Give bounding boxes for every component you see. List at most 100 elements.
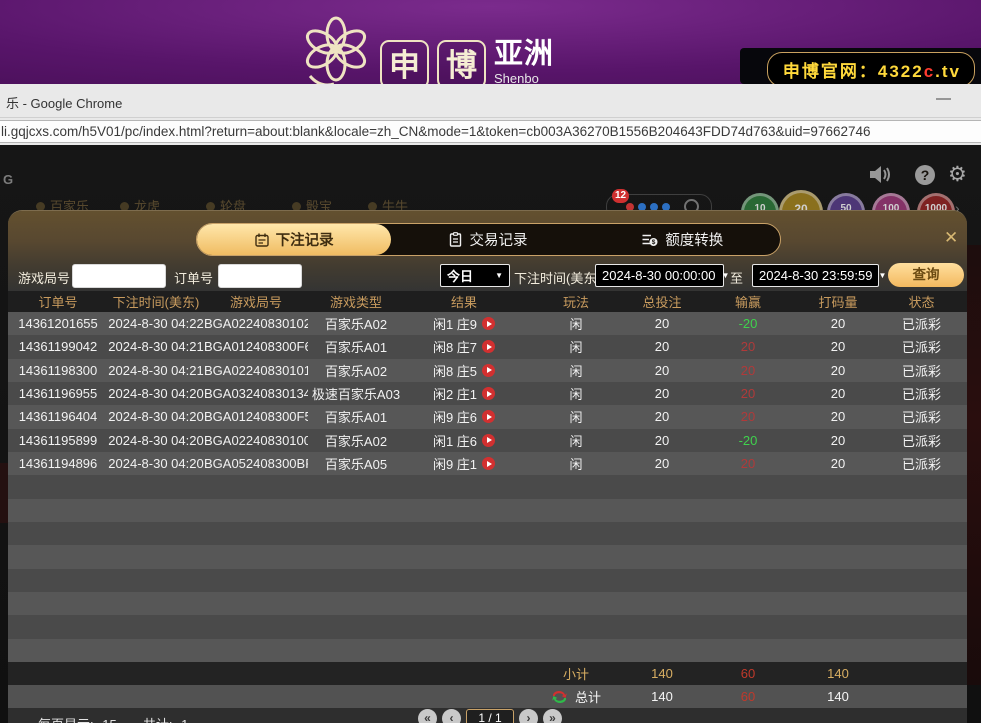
prev-page-button[interactable]: ‹ bbox=[442, 709, 461, 723]
minimize-button[interactable]: — bbox=[936, 90, 951, 107]
game-round-label: 游戏局号 bbox=[18, 268, 70, 287]
column-header: 游戏局号 bbox=[204, 292, 308, 311]
next-page-button[interactable]: › bbox=[519, 709, 538, 723]
result-cell: 闲9 庄1 bbox=[404, 454, 524, 473]
table-cell: 2024-8-30 04:22 bbox=[108, 316, 204, 331]
table-cell: 14361201655 bbox=[8, 316, 108, 331]
table-cell: 百家乐A05 bbox=[308, 454, 404, 473]
table-cell: 14361195899 bbox=[8, 433, 108, 448]
tab-label: 额度转换 bbox=[665, 229, 723, 250]
flower-logo-icon bbox=[300, 12, 372, 84]
table-cell: 2024-8-30 04:20 bbox=[108, 409, 204, 424]
tab-bet-records[interactable]: 下注记录 bbox=[197, 224, 391, 255]
table-cell: 20 bbox=[628, 433, 696, 448]
table-cell: 20 bbox=[800, 386, 876, 401]
table-cell: 闲 bbox=[524, 454, 628, 473]
table-cell: 2024-8-30 04:20 bbox=[108, 456, 204, 471]
tab-credit-transfer[interactable]: $ 额度转换 bbox=[586, 224, 780, 255]
total-bet: 140 bbox=[628, 689, 696, 704]
site-logo: 申 博 亚洲 Shenbo bbox=[300, 12, 554, 84]
table-row: 143612016552024-8-30 04:22BGA02240830102… bbox=[8, 312, 967, 335]
window-title: 乐 - Google Chrome bbox=[6, 93, 122, 112]
refresh-arrows-icon[interactable] bbox=[551, 690, 568, 704]
result-cell: 闲1 庄9 bbox=[404, 314, 524, 333]
table-cell: 14361199042 bbox=[8, 339, 108, 354]
table-cell: 20 bbox=[800, 316, 876, 331]
logo-region-cn: 亚洲 bbox=[494, 40, 554, 69]
table-row-empty bbox=[8, 475, 967, 498]
column-header: 订单号 bbox=[8, 292, 108, 311]
chevron-down-icon: ▼ bbox=[721, 271, 729, 280]
page-size-value[interactable]: 15 bbox=[102, 717, 116, 723]
url-field[interactable]: li.gqjcxs.com/h5V01/pc/index.html?return… bbox=[0, 120, 981, 143]
order-no-input[interactable] bbox=[218, 264, 302, 288]
table-cell: 已派彩 bbox=[876, 431, 967, 450]
bet-time-label: 下注时间(美东) bbox=[514, 268, 601, 287]
game-round-input[interactable] bbox=[72, 264, 166, 288]
replay-icon[interactable] bbox=[482, 387, 495, 400]
table-cell: BGA012408300F6 bbox=[204, 339, 308, 354]
table-cell: BGA02240830100 bbox=[204, 433, 308, 448]
date-from-value: 2024-8-30 00:00:00 bbox=[602, 268, 715, 283]
table-row-empty bbox=[8, 569, 967, 592]
column-header: 输赢 bbox=[696, 292, 800, 311]
official-site-link[interactable]: 申博官网：4322c.tv bbox=[767, 52, 975, 84]
background-partial-logo: G bbox=[3, 172, 13, 187]
page-size-label: 每页显示: bbox=[38, 717, 94, 723]
date-range-value: 今日 bbox=[447, 266, 473, 285]
help-icon[interactable]: ? bbox=[915, 165, 935, 185]
table-cell: 20 bbox=[628, 316, 696, 331]
modal-footer: 每页显示: 15 ▼ 共计: 1 « ‹ 1 / 1 › » bbox=[8, 708, 967, 723]
calendar-icon bbox=[255, 233, 269, 247]
tab-transaction-records[interactable]: 交易记录 bbox=[391, 224, 585, 255]
page-size-summary: 每页显示: 15 ▼ 共计: 1 bbox=[38, 714, 188, 723]
winloss-cell: 20 bbox=[696, 363, 800, 378]
site-header: 申 博 亚洲 Shenbo 申博官网：4322c.tv bbox=[0, 0, 981, 84]
table-cell: 20 bbox=[628, 456, 696, 471]
close-icon[interactable]: ✕ bbox=[944, 228, 958, 248]
date-range-select[interactable]: 今日 ▼ bbox=[440, 264, 510, 287]
replay-icon[interactable] bbox=[482, 457, 495, 470]
date-to-select[interactable]: 2024-8-30 23:59:59 ▼ bbox=[752, 264, 879, 287]
result-cell: 闲8 庄7 bbox=[404, 337, 524, 356]
table-cell: 闲 bbox=[524, 431, 628, 450]
last-page-button[interactable]: » bbox=[543, 709, 562, 723]
winloss-cell: 20 bbox=[696, 339, 800, 354]
replay-icon[interactable] bbox=[482, 317, 495, 330]
table-cell: 14361196955 bbox=[8, 386, 108, 401]
table-row-empty bbox=[8, 522, 967, 545]
settings-gear-icon[interactable]: ⚙ bbox=[948, 162, 967, 187]
table-cell: 闲 bbox=[524, 384, 628, 403]
first-page-button[interactable]: « bbox=[418, 709, 437, 723]
subtotal-winloss: 60 bbox=[696, 666, 800, 681]
table-cell: 20 bbox=[800, 456, 876, 471]
replay-icon[interactable] bbox=[482, 364, 495, 377]
table-cell: 2024-8-30 04:21 bbox=[108, 363, 204, 378]
table-cell: 20 bbox=[800, 339, 876, 354]
table-row: 143611958992024-8-30 04:20BGA02240830100… bbox=[8, 429, 967, 452]
column-header: 游戏类型 bbox=[308, 292, 404, 311]
sound-icon[interactable] bbox=[869, 165, 893, 184]
column-header: 结果 bbox=[404, 292, 524, 311]
table-body: 143612016552024-8-30 04:22BGA02240830102… bbox=[8, 312, 967, 662]
table-cell: BGA02240830102 bbox=[204, 316, 308, 331]
table-cell: 14361198300 bbox=[8, 363, 108, 378]
replay-icon[interactable] bbox=[482, 410, 495, 423]
subtotal-row: 小计 140 60 140 bbox=[8, 662, 967, 685]
query-button[interactable]: 查询 bbox=[888, 263, 964, 287]
replay-icon[interactable] bbox=[482, 340, 495, 353]
transfer-icon: $ bbox=[642, 233, 658, 247]
winloss-cell: -20 bbox=[696, 433, 800, 448]
date-from-select[interactable]: 2024-8-30 00:00:00 ▼ bbox=[595, 264, 724, 287]
order-no-label: 订单号 bbox=[174, 268, 213, 287]
total-turnover: 140 bbox=[800, 689, 876, 704]
table-cell: 百家乐A02 bbox=[308, 314, 404, 333]
column-header: 玩法 bbox=[524, 292, 628, 311]
table-cell: 20 bbox=[628, 363, 696, 378]
result-text: 闲9 庄6 bbox=[433, 407, 477, 426]
records-modal: 下注记录 交易记录 $ 额度转换 ✕ 游戏局号 订单号 bbox=[8, 210, 967, 723]
chevron-down-icon: ▼ bbox=[878, 271, 886, 280]
to-label: 至 bbox=[730, 268, 743, 287]
subtotal-label: 小计 bbox=[524, 664, 628, 683]
replay-icon[interactable] bbox=[482, 434, 495, 447]
